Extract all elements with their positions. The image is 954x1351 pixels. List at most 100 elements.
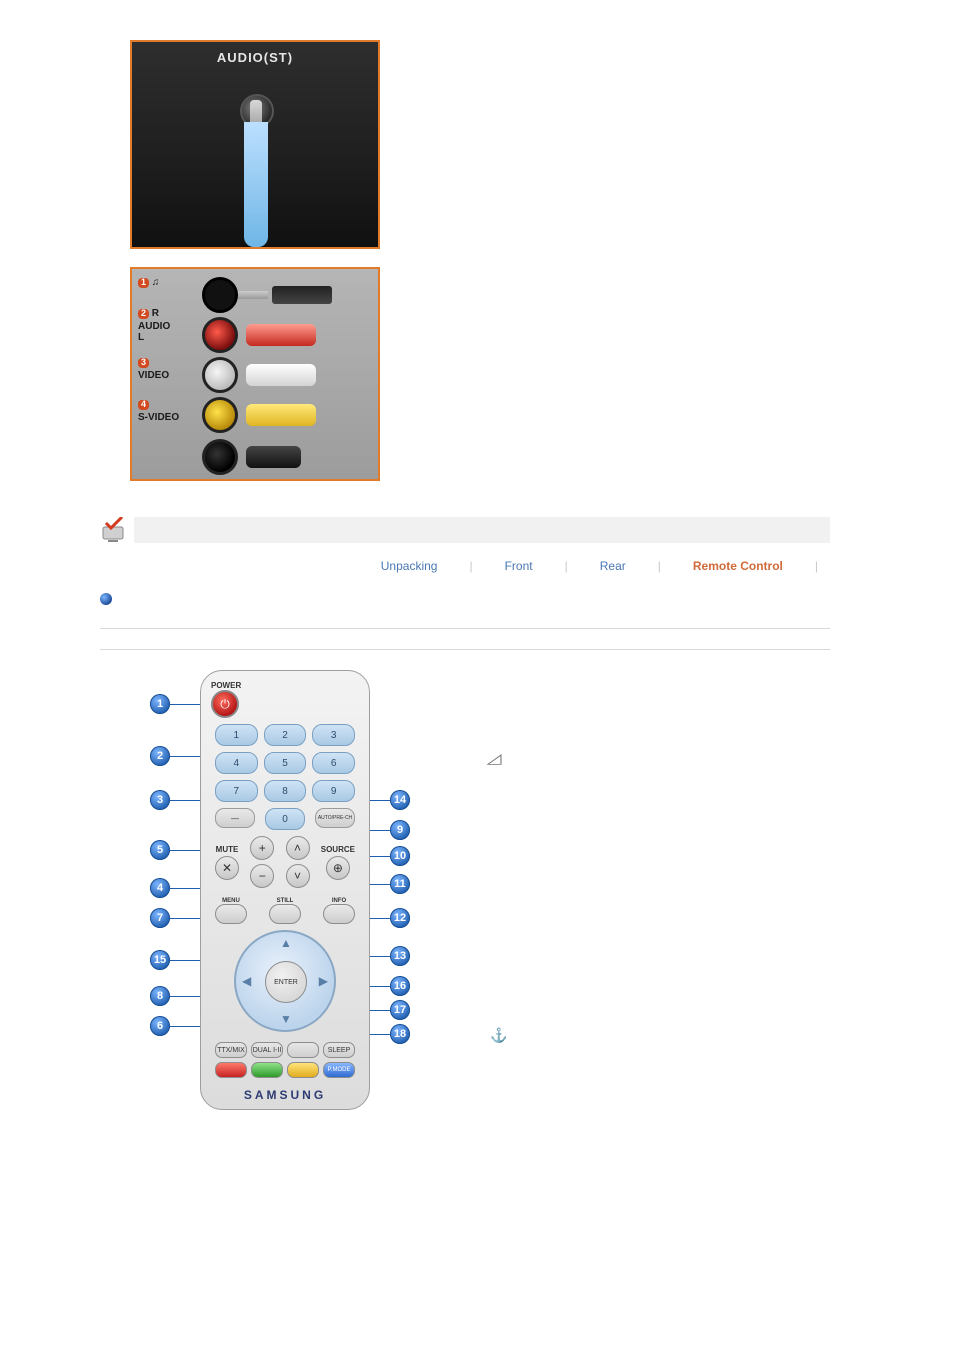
- rca-yellow-plug: [246, 404, 316, 426]
- num-9[interactable]: 9: [312, 780, 355, 802]
- ch-down-button[interactable]: ˅: [286, 864, 310, 888]
- headphone-plug-tip: [238, 291, 268, 299]
- rca-white-socket: [202, 357, 238, 393]
- num-8[interactable]: 8: [264, 780, 307, 802]
- headphone-icon: ♫: [152, 277, 160, 288]
- callout-10: 10: [390, 846, 410, 866]
- audio-r-label: R: [152, 308, 159, 319]
- callout-17: 17: [390, 1000, 410, 1020]
- enter-button[interactable]: ENTER: [265, 961, 307, 1003]
- blank-button[interactable]: [287, 1042, 319, 1058]
- remote-brand: SAMSUNG: [211, 1088, 359, 1102]
- color-red-button[interactable]: [215, 1062, 247, 1078]
- num-4[interactable]: 4: [215, 752, 258, 774]
- menu-button[interactable]: [215, 904, 247, 924]
- color-yellow-button[interactable]: [287, 1062, 319, 1078]
- sleep-button[interactable]: SLEEP: [323, 1042, 355, 1058]
- pmode-button[interactable]: P.MODE: [323, 1062, 355, 1078]
- photo-av-panel: 1 ♫ 2 R AUDIO L 3 VIDEO 4 S-VIDEO: [130, 267, 380, 481]
- num-2[interactable]: 2: [264, 724, 307, 746]
- num-7[interactable]: 7: [215, 780, 258, 802]
- dpad-up-icon: ▲: [280, 936, 292, 950]
- panel-badge-3: 3: [138, 358, 149, 368]
- num-6[interactable]: 6: [312, 752, 355, 774]
- callout-11: 11: [390, 874, 410, 894]
- info-button[interactable]: [323, 904, 355, 924]
- still-button[interactable]: [269, 904, 301, 924]
- callout-3: 3: [150, 790, 170, 810]
- rca-white-plug: [246, 364, 316, 386]
- headphone-socket: [202, 277, 238, 313]
- rca-red-plug: [246, 324, 316, 346]
- callout-8: 8: [150, 986, 170, 1006]
- info-label: INFO: [323, 898, 355, 904]
- divider: [100, 628, 830, 629]
- subnav-unpacking[interactable]: Unpacking: [381, 559, 438, 573]
- panel-badge-2: 2: [138, 309, 149, 319]
- subnav-front[interactable]: Front: [505, 559, 533, 573]
- callout-18: 18: [390, 1024, 410, 1044]
- ttx-button[interactable]: TTX/MIX: [215, 1042, 247, 1058]
- rca-yellow-socket: [202, 397, 238, 433]
- side-glyphs: ◿ ⚓: [490, 750, 507, 1044]
- subnav-rear[interactable]: Rear: [600, 559, 626, 573]
- source-button[interactable]: ⊕: [326, 856, 350, 880]
- callout-13: 13: [390, 946, 410, 966]
- note-bar: [134, 517, 830, 543]
- callout-12: 12: [390, 908, 410, 928]
- num-0[interactable]: 0: [265, 808, 305, 830]
- svideo-label: S-VIDEO: [138, 412, 179, 423]
- callout-16: 16: [390, 976, 410, 996]
- arrow-glyph-icon: ◿: [487, 750, 511, 767]
- svideo-plug: [246, 446, 301, 468]
- remote-diagram: 1 2 3 5 4 7 15 8 6 14: [130, 670, 460, 1130]
- video-label: VIDEO: [138, 370, 179, 381]
- power-label: POWER: [211, 681, 359, 690]
- callout-4: 4: [150, 878, 170, 898]
- section-bullet-icon: [100, 593, 112, 605]
- mute-label: MUTE: [216, 845, 239, 854]
- remote-body: POWER ⏻ 1 2 3 4 5 6 7 8 9 —: [200, 670, 370, 1110]
- mute-button[interactable]: ✕: [215, 856, 239, 880]
- num-3[interactable]: 3: [312, 724, 355, 746]
- callout-7: 7: [150, 908, 170, 928]
- vol-down-button[interactable]: −: [250, 864, 274, 888]
- dpad[interactable]: ▲ ▼ ◀ ▶ ENTER: [234, 930, 336, 1032]
- callout-2: 2: [150, 746, 170, 766]
- subnav-sep: |: [565, 559, 568, 573]
- power-icon: ⏻: [220, 697, 230, 712]
- panel-badge-4: 4: [138, 400, 149, 410]
- source-label: SOURCE: [321, 845, 355, 854]
- dpad-down-icon: ▼: [280, 1012, 292, 1026]
- photo-audio-st: AUDIO(ST): [130, 40, 380, 249]
- ch-up-button[interactable]: ˄: [286, 836, 310, 860]
- num-5[interactable]: 5: [264, 752, 307, 774]
- dual-button[interactable]: DUAL I-II: [251, 1042, 283, 1058]
- callout-15: 15: [150, 950, 170, 970]
- audio-st-label: AUDIO(ST): [132, 50, 378, 65]
- divider: [100, 649, 830, 650]
- callout-1: 1: [150, 694, 170, 714]
- svideo-socket: [202, 439, 238, 475]
- callout-9: 9: [390, 820, 410, 840]
- section-subnav: Unpacking | Front | Rear | Remote Contro…: [130, 553, 830, 579]
- color-green-button[interactable]: [251, 1062, 283, 1078]
- menu-label: MENU: [215, 898, 247, 904]
- callout-5: 5: [150, 840, 170, 860]
- vol-up-button[interactable]: +: [250, 836, 274, 860]
- panel-badge-1: 1: [138, 278, 149, 288]
- note-check-icon: [100, 517, 126, 543]
- headphone-plug: [272, 286, 332, 304]
- subnav-remote-control[interactable]: Remote Control: [693, 559, 783, 573]
- audio-label: AUDIO: [138, 321, 179, 332]
- subnav-sep: |: [469, 559, 472, 573]
- anchor-glyph-icon: ⚓: [490, 1027, 507, 1043]
- dpad-left-icon: ◀: [242, 974, 251, 988]
- num-1[interactable]: 1: [215, 724, 258, 746]
- subnav-sep: |: [815, 559, 818, 573]
- power-button[interactable]: ⏻: [211, 690, 239, 718]
- auto-prech-button[interactable]: AUTO/PRE-CH: [315, 808, 355, 828]
- callout-14: 14: [390, 790, 410, 810]
- audio-plug-body: [244, 122, 268, 247]
- dash-button[interactable]: —: [215, 808, 255, 828]
